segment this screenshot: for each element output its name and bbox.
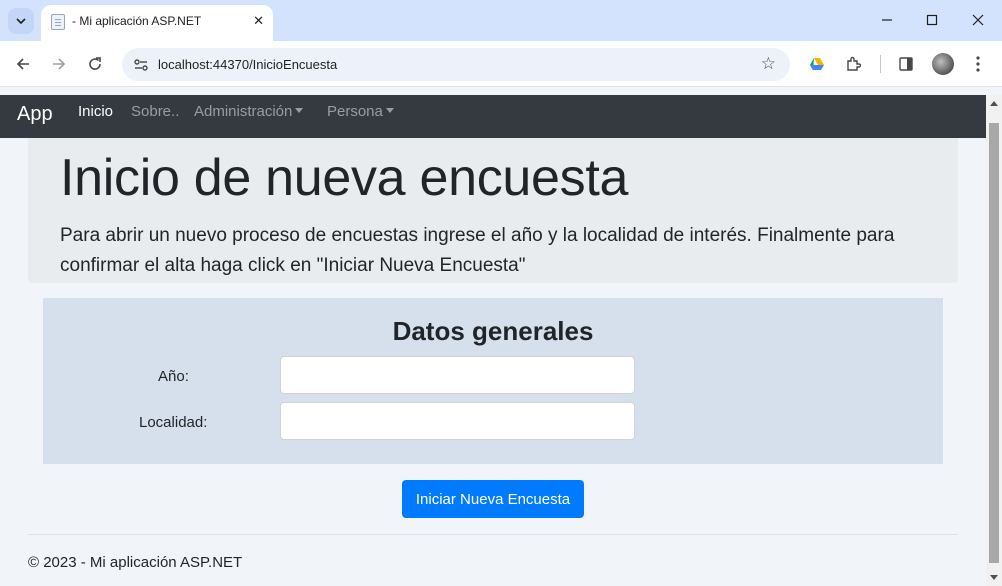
tab-title: - Mi aplicación ASP.NET <box>72 14 202 28</box>
url-text[interactable]: localhost:44370/InicioEncuesta <box>158 57 337 72</box>
profile-avatar-icon[interactable] <box>932 53 954 75</box>
footer-divider <box>28 534 958 535</box>
locality-input[interactable] <box>280 402 635 440</box>
start-survey-button[interactable]: Iniciar Nueva Encuesta <box>402 480 584 518</box>
page-viewport: App Inicio Sobre.. Administración Person… <box>0 95 986 586</box>
year-label: Año: <box>158 368 189 385</box>
locality-label: Localidad: <box>139 414 208 431</box>
side-panel-icon[interactable] <box>895 53 917 75</box>
address-bar[interactable]: localhost:44370/InicioEncuesta ☆ <box>122 48 790 81</box>
browser-tabstrip: - Mi aplicación ASP.NET ✕ <box>0 0 1002 41</box>
forward-arrow-icon[interactable] <box>46 51 72 77</box>
site-navbar: App Inicio Sobre.. Administración Person… <box>0 95 986 138</box>
page-favicon-icon <box>51 14 65 30</box>
toolbar-separator <box>880 55 881 73</box>
nav-dropdown-persona[interactable]: Persona <box>327 103 394 120</box>
scroll-thumb[interactable] <box>989 123 999 563</box>
page-title: Inicio de nueva encuesta <box>60 149 629 207</box>
extensions-icon[interactable] <box>842 53 864 75</box>
caret-down-icon <box>385 108 394 113</box>
nav-dropdown-label: Persona <box>327 103 383 120</box>
page-scrollbar[interactable] <box>986 95 1002 586</box>
google-drive-icon[interactable] <box>806 53 828 75</box>
menu-kebab-icon[interactable] <box>967 53 989 75</box>
site-info-icon[interactable] <box>132 56 150 74</box>
scroll-up-arrow-icon[interactable] <box>990 101 998 106</box>
reload-icon[interactable] <box>82 51 108 77</box>
footer-copyright: © 2023 - Mi aplicación ASP.NET <box>28 554 243 571</box>
general-data-form: Datos generales Año: Localidad: <box>43 298 943 464</box>
caret-down-icon <box>295 108 304 113</box>
bookmark-star-icon[interactable]: ☆ <box>761 54 776 74</box>
nav-dropdown-label: Administración <box>194 103 293 120</box>
form-title: Datos generales <box>392 316 594 346</box>
window-maximize-button[interactable] <box>917 8 947 32</box>
tab-search-icon[interactable] <box>8 8 34 34</box>
window-close-button[interactable] <box>963 8 993 32</box>
navbar-brand[interactable]: App <box>17 103 53 126</box>
nav-link-sobre[interactable]: Sobre.. <box>131 103 179 120</box>
jumbotron: Inicio de nueva encuesta Para abrir un n… <box>28 138 958 283</box>
tab-close-icon[interactable]: ✕ <box>253 13 264 29</box>
browser-toolbar: localhost:44370/InicioEncuesta ☆ <box>0 41 1002 87</box>
nav-link-inicio[interactable]: Inicio <box>78 103 113 120</box>
year-input[interactable] <box>280 356 635 394</box>
scroll-down-arrow-icon[interactable] <box>990 575 998 580</box>
back-arrow-icon[interactable] <box>10 51 36 77</box>
browser-tab[interactable]: - Mi aplicación ASP.NET ✕ <box>41 5 273 41</box>
lead-text: Para abrir un nuevo proceso de encuestas… <box>60 225 895 276</box>
nav-dropdown-administracion[interactable]: Administración <box>194 103 304 120</box>
window-minimize-button[interactable] <box>872 8 902 32</box>
